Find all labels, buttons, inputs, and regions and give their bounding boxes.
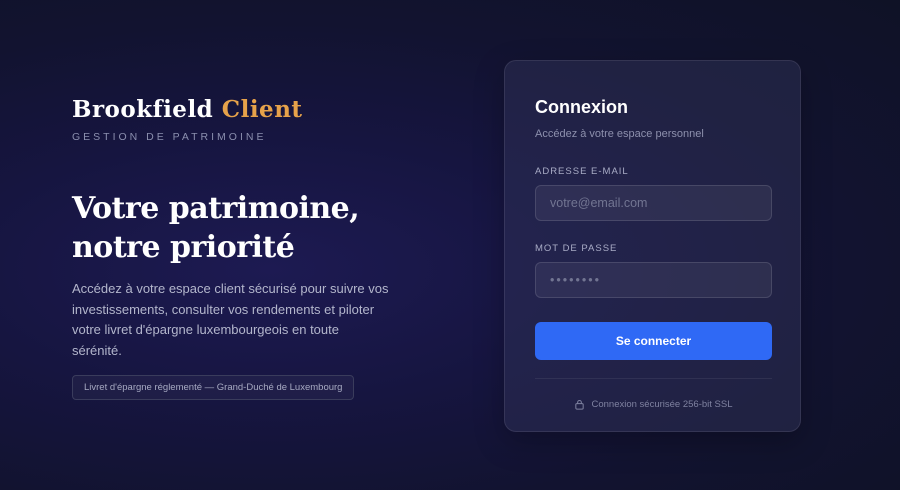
- hero-panel: Brookfield Client GESTION DE PATRIMOINE …: [72, 96, 402, 400]
- brand-logo: Brookfield Client: [72, 96, 402, 123]
- hero-description: Accédez à votre espace client sécurisé p…: [72, 281, 389, 358]
- hero-headline: Votre patrimoine, notre priorité: [72, 191, 360, 265]
- login-subtitle: Accédez à votre espace personnel: [535, 128, 704, 140]
- login-button[interactable]: Se connecter: [535, 322, 772, 360]
- secure-note-text: Connexion sécurisée 256-bit SSL: [591, 399, 733, 410]
- login-title: Connexion: [535, 97, 628, 117]
- password-label: MOT DE PASSE: [535, 243, 618, 254]
- lock-icon: [574, 399, 585, 410]
- brand-tagline: GESTION DE PATRIMOINE: [72, 131, 267, 143]
- secure-connection-note: Connexion sécurisée 256-bit SSL: [535, 399, 772, 410]
- regulation-badge: Livret d'épargne réglementé — Grand-Duch…: [72, 375, 355, 400]
- password-field[interactable]: [535, 262, 772, 298]
- email-label: ADRESSE E-MAIL: [535, 166, 629, 177]
- brand-name: Brookfield: [72, 96, 214, 123]
- email-field[interactable]: [535, 185, 772, 221]
- login-card: Connexion Accédez à votre espace personn…: [504, 60, 801, 432]
- brand-name-accent: Client: [221, 96, 303, 123]
- card-divider: [535, 378, 772, 379]
